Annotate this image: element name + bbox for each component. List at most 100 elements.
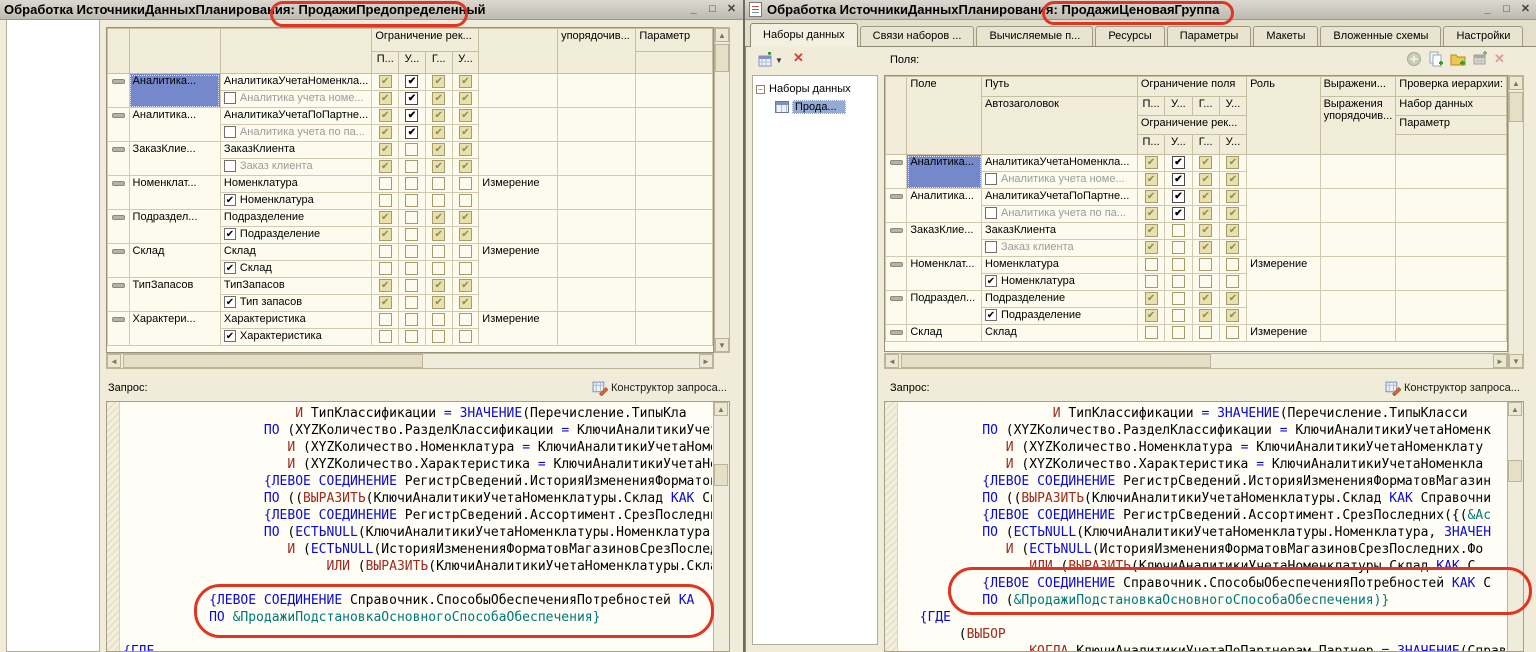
title-checkbox-checked[interactable]: ✔ [224, 194, 236, 206]
field-title-cell[interactable]: Аналитика учета по па... [982, 206, 1138, 223]
field-path-cell[interactable]: Характеристика [220, 312, 371, 329]
checkbox-checked-disabled[interactable]: ✔ [1199, 241, 1212, 254]
close-button[interactable]: ✕ [1518, 2, 1533, 17]
add-folder-icon[interactable] [1450, 51, 1466, 67]
right-query-builder-link[interactable]: Конструктор запроса... [1385, 380, 1520, 396]
limit-check-cell[interactable] [1192, 257, 1219, 274]
limit-check-cell[interactable] [399, 329, 426, 346]
checkbox-unchecked[interactable] [405, 194, 418, 207]
checkbox-unchecked[interactable] [1226, 275, 1239, 288]
checkbox-checked-disabled[interactable]: ✔ [432, 228, 445, 241]
row-selector[interactable] [886, 155, 907, 189]
limit-check-cell[interactable] [425, 244, 452, 261]
checkbox-checked[interactable]: ✔ [1172, 207, 1185, 220]
col-field-limit[interactable]: Ограничение поля [1137, 77, 1246, 97]
checkbox-checked-disabled[interactable]: ✔ [432, 296, 445, 309]
checkbox-unchecked[interactable] [1172, 275, 1185, 288]
tab-parameters[interactable]: Параметры [1167, 26, 1252, 46]
col-check-p2[interactable]: П... [1137, 135, 1164, 155]
col-check-u4[interactable]: У... [1219, 135, 1246, 155]
checkbox-checked[interactable]: ✔ [1172, 173, 1185, 186]
limit-check-cell[interactable]: ✔ [452, 91, 479, 108]
limit-check-cell[interactable]: ✔ [372, 278, 399, 295]
col-check-p[interactable]: П... [372, 52, 399, 74]
tab-dataset-links[interactable]: Связи наборов ... [860, 26, 975, 46]
col-hierarchy-dataset[interactable]: Набор данных [1396, 97, 1507, 116]
col-field[interactable]: Поле [907, 77, 982, 155]
limit-check-cell[interactable]: ✔ [399, 91, 426, 108]
field-role-cell[interactable]: Измерение [1247, 325, 1321, 342]
checkbox-unchecked[interactable] [379, 194, 392, 207]
limit-check-cell[interactable]: ✔ [372, 91, 399, 108]
limit-check-cell[interactable] [399, 312, 426, 329]
row-selector[interactable] [886, 325, 907, 342]
limit-check-cell[interactable] [1219, 274, 1246, 291]
field-path-cell[interactable]: АналитикаУчетаНоменкла... [220, 74, 371, 91]
col-ordering-expressions[interactable]: Выражения упорядочив... [1320, 97, 1396, 155]
field-hierarchy-cell[interactable] [1396, 325, 1507, 342]
limit-check-cell[interactable] [399, 261, 426, 278]
field-title-cell[interactable]: ✔Подразделение [220, 227, 371, 244]
field-role-cell[interactable] [1247, 223, 1321, 257]
field-title-cell[interactable]: ✔Номенклатура [982, 274, 1138, 291]
checkbox-checked[interactable]: ✔ [405, 109, 418, 122]
limit-check-cell[interactable]: ✔ [1137, 223, 1164, 240]
checkbox-unchecked[interactable] [1172, 224, 1185, 237]
limit-check-cell[interactable]: ✔ [372, 210, 399, 227]
limit-check-cell[interactable]: ✔ [372, 125, 399, 142]
col-hierarchy[interactable]: Проверка иерархии: [1396, 77, 1507, 97]
right-table-hscrollbar[interactable]: ◄ ► [884, 353, 1508, 369]
field-path-cell[interactable]: АналитикаУчетаНоменкла... [982, 155, 1138, 172]
checkbox-unchecked[interactable] [405, 143, 418, 156]
limit-check-cell[interactable]: ✔ [1192, 240, 1219, 257]
field-expression-cell[interactable] [558, 210, 636, 244]
field-expression-cell[interactable] [558, 278, 636, 312]
title-checkbox-unchecked[interactable] [985, 173, 997, 185]
tree-node-datasets[interactable]: − Наборы данных [753, 80, 877, 98]
limit-check-cell[interactable]: ✔ [452, 159, 479, 176]
checkbox-checked-disabled[interactable]: ✔ [1199, 190, 1212, 203]
field-expression-cell[interactable] [558, 176, 636, 210]
limit-check-cell[interactable]: ✔ [425, 91, 452, 108]
tree-node-dataset-prodazhi[interactable]: Прода... [753, 98, 877, 116]
checkbox-unchecked[interactable] [379, 313, 392, 326]
limit-check-cell[interactable] [399, 159, 426, 176]
checkbox-unchecked[interactable] [1226, 258, 1239, 271]
col-role[interactable] [479, 29, 558, 74]
field-hierarchy-cell[interactable] [1396, 291, 1507, 325]
add-table-icon[interactable] [1472, 51, 1488, 67]
field-title-cell[interactable]: Аналитика учета номе... [220, 91, 371, 108]
checkbox-checked-disabled[interactable]: ✔ [432, 143, 445, 156]
limit-check-cell[interactable] [399, 210, 426, 227]
checkbox-unchecked[interactable] [432, 313, 445, 326]
limit-check-cell[interactable] [1165, 308, 1192, 325]
col-ordering[interactable]: упорядочив... [558, 29, 636, 74]
checkbox-checked[interactable]: ✔ [405, 126, 418, 139]
row-selector[interactable] [108, 278, 130, 312]
field-expression-cell[interactable] [558, 312, 636, 346]
field-role-cell[interactable] [479, 278, 558, 312]
checkbox-unchecked[interactable] [405, 296, 418, 309]
col-path[interactable] [220, 29, 371, 74]
field-title-cell[interactable]: Заказ клиента [220, 159, 371, 176]
field-title-cell[interactable]: Аналитика учета номе... [982, 172, 1138, 189]
limit-check-cell[interactable] [1192, 325, 1219, 342]
checkbox-checked-disabled[interactable]: ✔ [459, 279, 472, 292]
field-title-cell[interactable]: Аналитика учета по па... [220, 125, 371, 142]
col-field[interactable] [129, 29, 220, 74]
checkbox-checked-disabled[interactable]: ✔ [379, 279, 392, 292]
tab-calculated-fields[interactable]: Вычисляемые п... [976, 26, 1093, 46]
checkbox-unchecked[interactable] [405, 211, 418, 224]
field-hierarchy-cell[interactable] [636, 142, 713, 176]
add-field-icon[interactable] [1406, 51, 1422, 67]
limit-check-cell[interactable]: ✔ [372, 74, 399, 91]
checkbox-checked-disabled[interactable]: ✔ [1145, 241, 1158, 254]
field-title-cell[interactable]: ✔Склад [220, 261, 371, 278]
delete-dataset-button[interactable]: ✕ [793, 50, 804, 66]
limit-check-cell[interactable] [1165, 240, 1192, 257]
field-role-cell[interactable] [479, 210, 558, 244]
field-name-cell[interactable]: Номенклат... [129, 176, 220, 210]
checkbox-unchecked[interactable] [1172, 326, 1185, 339]
delete-field-icon[interactable]: ✕ [1494, 51, 1505, 67]
checkbox-unchecked[interactable] [1145, 326, 1158, 339]
